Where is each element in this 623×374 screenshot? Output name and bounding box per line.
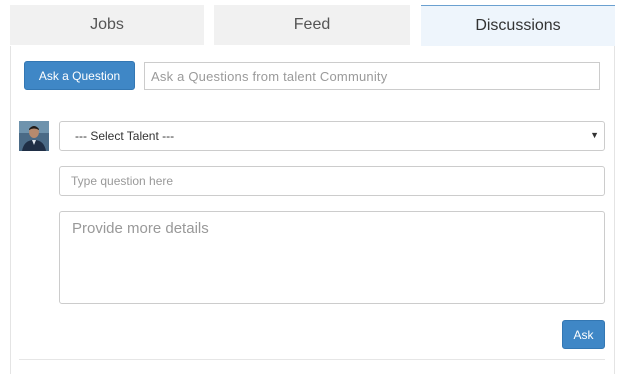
ask-button[interactable]: Ask: [562, 320, 605, 349]
tab-jobs[interactable]: Jobs: [10, 5, 204, 45]
discussions-widget: Jobs Feed Discussions Ask a Question ---…: [0, 0, 623, 374]
community-question-input[interactable]: [144, 62, 600, 90]
tab-discussions-label: Discussions: [475, 17, 561, 34]
user-avatar: [19, 121, 49, 151]
details-textarea[interactable]: [59, 211, 605, 304]
tab-feed-label: Feed: [293, 16, 331, 33]
caret-down-icon: ▼: [590, 130, 599, 140]
talent-select-value: --- Select Talent ---: [75, 129, 175, 143]
talent-select[interactable]: --- Select Talent --- ▼: [59, 121, 605, 151]
ask-a-question-button[interactable]: Ask a Question: [24, 61, 135, 90]
discussions-panel: [10, 46, 615, 374]
tab-bar: Jobs Feed Discussions: [0, 0, 623, 46]
divider: [19, 359, 605, 360]
question-input[interactable]: [59, 166, 605, 196]
tab-discussions[interactable]: Discussions: [421, 5, 615, 46]
tab-jobs-label: Jobs: [90, 16, 124, 33]
avatar-photo-icon: [19, 121, 49, 151]
tab-feed[interactable]: Feed: [214, 5, 410, 45]
